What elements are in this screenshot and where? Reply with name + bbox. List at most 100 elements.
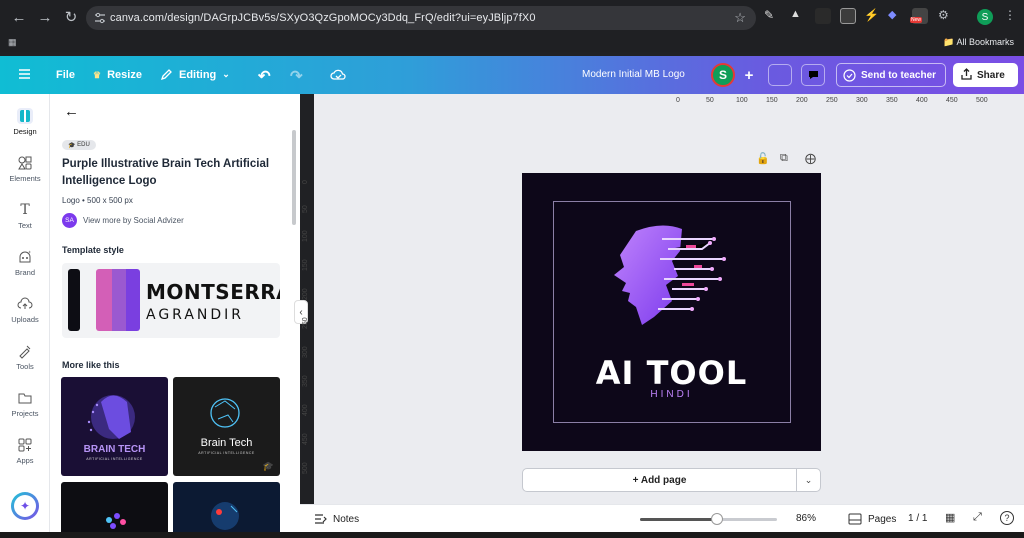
hamburger-icon (19, 69, 30, 79)
send-to-teacher-button[interactable]: Send to teacher (836, 63, 946, 87)
template-thumbnail[interactable]: BRAIN TECH ARTIFICIAL INTELLIGENCE (61, 377, 168, 476)
ruler-tick-label: 100 (736, 97, 748, 104)
redo-button[interactable]: ↷ (290, 67, 303, 85)
ruler-tick-label: 150 (302, 259, 309, 271)
heading-font-sample: MONTSERRAT (146, 280, 280, 304)
add-page-button[interactable]: + Add page ⌄ (522, 468, 821, 492)
comments-button[interactable] (801, 64, 825, 86)
panel-scrollbar[interactable] (292, 130, 296, 225)
editing-label: Editing (179, 68, 217, 81)
chevron-down-icon[interactable]: ⌄ (796, 469, 820, 491)
puzzle-extensions-icon[interactable]: ⚙ (938, 8, 954, 24)
template-style-heading: Template style (62, 245, 124, 255)
editing-mode-dropdown[interactable]: Editing ⌄ (160, 68, 230, 81)
duplicate-page-icon[interactable]: ⧉ (780, 152, 788, 165)
share-button[interactable]: Share (953, 63, 1018, 87)
headline-text[interactable]: AI TOOL (522, 354, 821, 392)
lock-page-icon[interactable]: 🔓 (756, 152, 770, 165)
add-collaborator-button[interactable]: + (737, 64, 761, 86)
file-menu-button[interactable]: File (56, 69, 75, 81)
back-icon[interactable]: ← (6, 4, 32, 30)
file-label: File (56, 69, 75, 81)
cloud-sync-button[interactable] (330, 67, 347, 82)
crown-icon: ♛ (93, 69, 102, 80)
pen-extension-icon[interactable]: ✎ (764, 8, 780, 24)
template-meta: Logo • 500 x 500 px (62, 196, 133, 205)
profile-avatar[interactable]: S (977, 9, 993, 25)
rail-item-elements[interactable]: Elements (0, 155, 50, 183)
rail-item-projects[interactable]: Projects (0, 390, 50, 418)
pages-button[interactable]: Pages (848, 513, 896, 525)
template-style-card[interactable]: MONTSERRAT AGRANDIR (62, 263, 280, 338)
color-swatch (126, 269, 140, 331)
bookmark-star-icon[interactable]: ☆ (734, 10, 746, 26)
insights-button[interactable] (768, 64, 792, 86)
share-label: Share (977, 69, 1005, 81)
add-page-icon[interactable]: ⨁ (805, 152, 816, 165)
resize-label: Resize (107, 69, 142, 81)
design-icon (17, 108, 33, 124)
template-detail-panel: ← 🎓 EDU Purple Illustrative Brain Tech A… (50, 94, 300, 538)
shield-extension-icon[interactable]: ◆ (888, 8, 904, 24)
apps-icon (18, 438, 32, 452)
ruler-tick-label: 300 (302, 346, 309, 358)
side-navigation: Design Elements T Text Brand Uploads Too… (0, 94, 50, 538)
notes-icon (315, 514, 327, 524)
thumbnail-subtitle: ARTIFICIAL INTELLIGENCE (198, 451, 255, 455)
reload-icon[interactable]: ↻ (58, 4, 84, 30)
ruler-tick-label: 200 (302, 288, 309, 300)
bolt-extension-icon[interactable]: ⚡ (864, 8, 880, 24)
magic-assistant-button[interactable]: ✦ (11, 492, 39, 520)
template-thumbnail[interactable] (173, 482, 280, 538)
share-upload-icon (961, 68, 972, 80)
zoom-level[interactable]: 86% (796, 513, 816, 524)
ruler-tick-label: 350 (302, 375, 309, 387)
address-bar[interactable]: canva.com/design/DAGrpJCBv5s/SXyO3QzGpoM… (86, 6, 756, 30)
zoom-slider[interactable] (640, 513, 777, 525)
rail-item-text[interactable]: T Text (0, 202, 50, 230)
undo-button[interactable]: ↶ (258, 67, 271, 85)
design-page[interactable]: AI TOOL HINDI (522, 173, 821, 451)
rail-label-elements: Elements (9, 174, 41, 183)
rail-item-uploads[interactable]: Uploads (0, 296, 50, 324)
new-badge: New (910, 17, 923, 23)
rail-label-brand: Brand (14, 268, 35, 277)
collaborator-avatar[interactable]: S (711, 63, 735, 87)
notes-button[interactable]: Notes (314, 513, 359, 525)
triangle-extension-icon[interactable]: ▲ (790, 8, 806, 24)
apps-grid-icon[interactable]: ▦ (8, 37, 17, 48)
elements-icon (18, 156, 32, 170)
sparkle-icon: ✦ (14, 495, 36, 517)
main-menu-button[interactable] (18, 68, 31, 80)
ruler-tick-label: 250 (302, 317, 309, 329)
design-title[interactable]: Modern Initial MB Logo (582, 69, 685, 80)
rail-item-tools[interactable]: Tools (0, 343, 50, 371)
back-arrow-icon[interactable]: ← (64, 103, 79, 120)
site-settings-icon[interactable] (94, 12, 106, 24)
resize-button[interactable]: ♛ Resize (93, 69, 142, 81)
ruler-tick-label: 150 (766, 97, 778, 104)
os-taskbar (0, 532, 1024, 538)
all-bookmarks-link[interactable]: 📁 All Bookmarks (943, 37, 1014, 48)
zoom-slider-handle[interactable] (710, 513, 723, 525)
rail-item-apps[interactable]: Apps (0, 437, 50, 465)
kebab-menu-icon[interactable]: ⋮ (1004, 8, 1020, 24)
ruler-tick-label: 400 (916, 97, 928, 104)
rail-label-projects: Projects (11, 409, 39, 418)
rail-item-design[interactable]: Design (0, 108, 50, 136)
new-extension-icon[interactable]: New (910, 8, 928, 24)
car-extension-icon[interactable] (815, 8, 831, 24)
rail-label-text: Text (18, 221, 32, 230)
grid-view-icon[interactable]: ▦ (945, 511, 959, 525)
author-link[interactable]: SA View more by Social Advizer (62, 213, 184, 228)
forward-icon[interactable]: → (32, 4, 58, 30)
square-extension-icon[interactable] (840, 8, 856, 24)
template-thumbnail[interactable]: Brain Tech ARTIFICIAL INTELLIGENCE 🎓 (173, 377, 280, 476)
color-swatch (68, 269, 80, 331)
subline-text[interactable]: HINDI (522, 389, 821, 400)
fullscreen-icon[interactable]: ⤢ (973, 511, 987, 525)
help-icon[interactable]: ? (1000, 511, 1014, 525)
rail-item-brand[interactable]: Brand (0, 249, 50, 277)
ruler-tick-label: 300 (856, 97, 868, 104)
template-thumbnail[interactable] (61, 482, 168, 538)
